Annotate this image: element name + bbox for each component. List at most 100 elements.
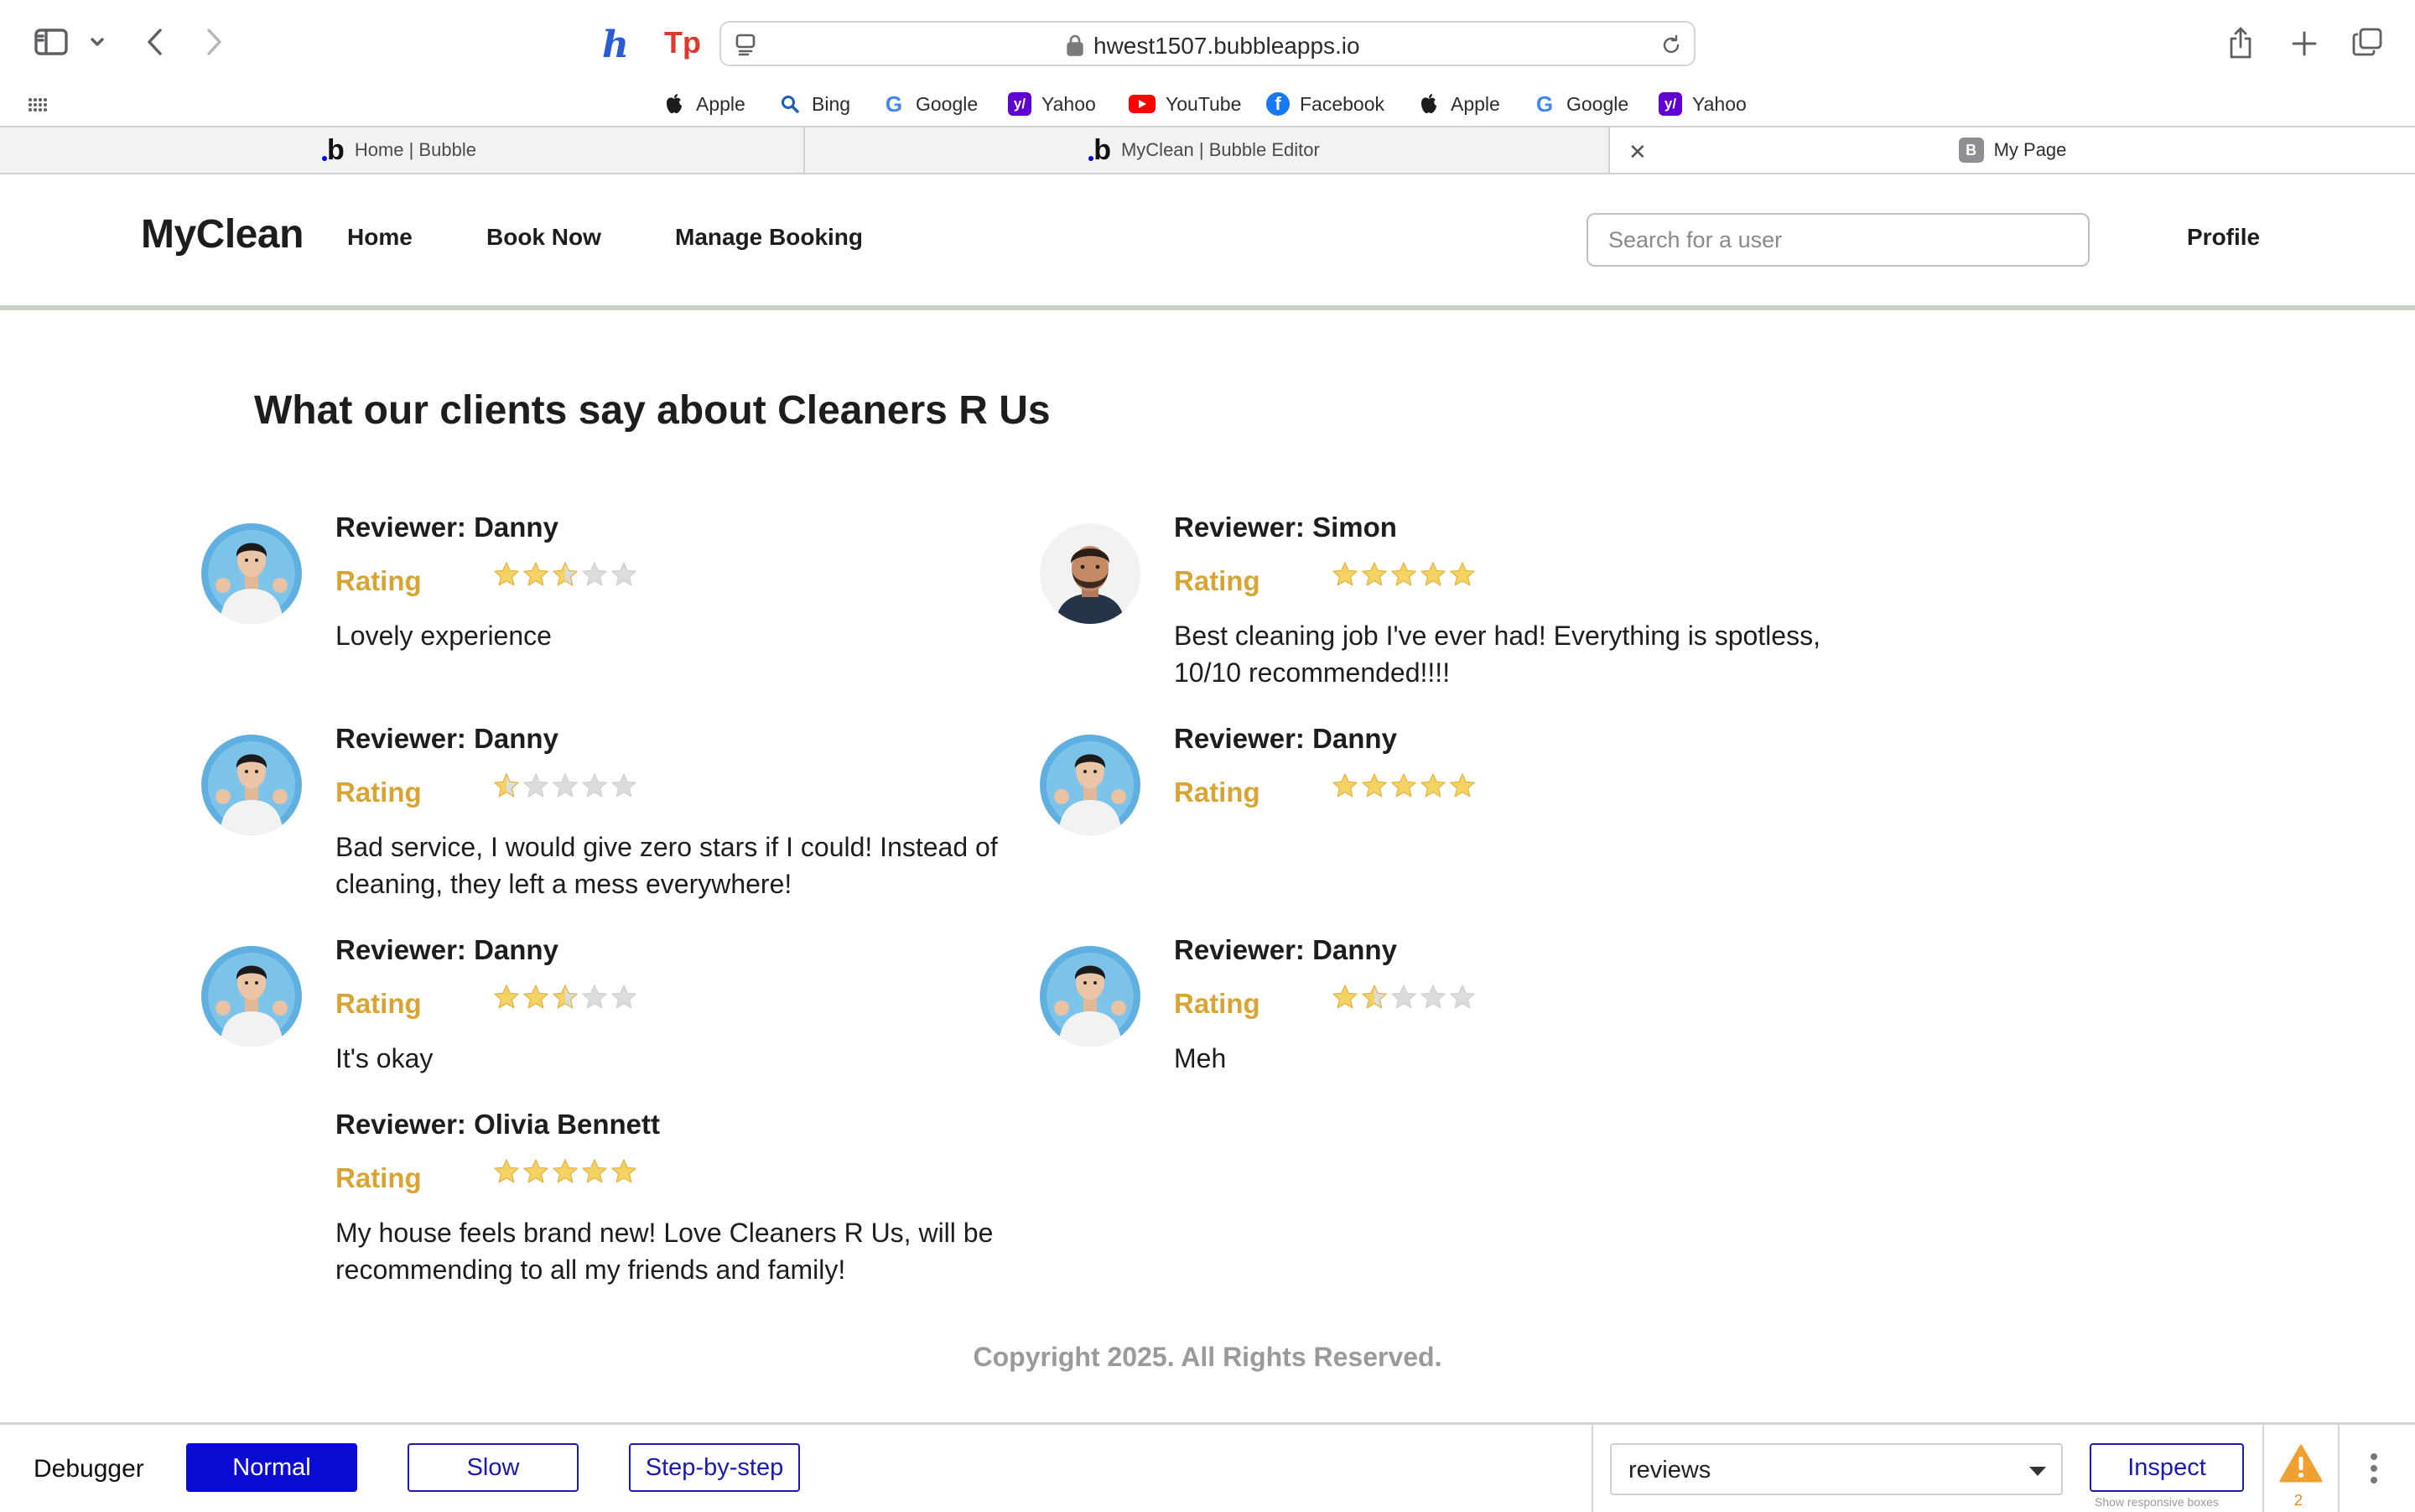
star-icon (582, 1159, 607, 1183)
nav-manage-booking[interactable]: Manage Booking (675, 224, 863, 251)
rating-stars (1332, 984, 1476, 1011)
nav-book-now[interactable]: Book Now (486, 224, 601, 251)
reviewer-name: Reviewer: Olivia Bennett (335, 1109, 660, 1140)
nav-profile[interactable]: Profile (2187, 224, 2260, 251)
review-card: Reviewer: Danny Rating Bad service, I woul… (201, 723, 998, 916)
review-card: Reviewer: Danny Rating (1040, 723, 1794, 916)
reviewer-avatar (1040, 523, 1140, 624)
b-favicon: B (1958, 138, 1984, 163)
favorite-label: Google (1566, 92, 1629, 115)
favorite-apple[interactable]: Apple (1417, 89, 1500, 119)
star-icon (494, 985, 519, 1009)
debug-mode-normal[interactable]: Normal (186, 1443, 357, 1492)
site-logo[interactable]: MyClean (141, 211, 304, 257)
new-tab-icon[interactable] (2288, 27, 2321, 60)
page-title: What our clients say about Cleaners R Us (254, 388, 1051, 433)
warning-icon[interactable] (2279, 1443, 2323, 1488)
favorite-google[interactable]: G Google (1533, 89, 1628, 119)
favorite-yahoo[interactable]: y/ Yahoo (1659, 89, 1747, 119)
element-select[interactable]: reviews (1610, 1443, 2063, 1495)
back-icon[interactable] (143, 25, 168, 59)
grid-icon[interactable] (27, 94, 49, 116)
bubble-icon: b (322, 134, 345, 166)
google-icon: G (885, 91, 903, 117)
star-icon (1332, 985, 1358, 1009)
rating-label: Rating (1174, 777, 1260, 808)
rating-label: Rating (335, 1162, 422, 1193)
user-search-input[interactable] (1587, 213, 2090, 267)
more-options-icon[interactable] (2370, 1452, 2378, 1489)
extension-h-icon[interactable]: h (602, 23, 629, 66)
favorite-label: Bing (812, 92, 851, 115)
tab-title: My Page (1993, 139, 2067, 160)
star-icon (523, 1159, 548, 1183)
star-icon (523, 773, 548, 798)
favorite-google[interactable]: G Google (882, 89, 978, 119)
star-icon (1420, 562, 1446, 586)
review-text: Bad service, I would give zero stars if … (335, 832, 998, 899)
favorite-facebook[interactable]: f Facebook (1266, 89, 1384, 119)
favorite-yahoo[interactable]: y/ Yahoo (1008, 89, 1096, 119)
google-icon: G (1535, 91, 1554, 117)
star-icon (1450, 985, 1475, 1009)
star-icon (611, 1159, 636, 1183)
debug-mode-slow[interactable]: Slow (408, 1443, 579, 1492)
address-bar[interactable]: hwest1507.bubbleapps.io (719, 21, 1696, 66)
star-icon (1332, 562, 1358, 586)
close-tab-icon[interactable]: ✕ (1628, 139, 1647, 165)
apple-icon (1417, 92, 1441, 116)
share-icon[interactable] (2225, 25, 2256, 60)
show-responsive-boxes-link[interactable]: Show responsive boxes (2095, 1495, 2219, 1509)
facebook-icon: f (1266, 92, 1290, 116)
tab-title: Home | Bubble (354, 139, 476, 160)
review-text: It's okay (335, 1043, 434, 1073)
forward-icon[interactable] (201, 25, 226, 59)
star-icon (611, 985, 636, 1009)
tab-my-page[interactable]: ✕ B My Page (1610, 127, 2415, 173)
reviewer-avatar (201, 735, 302, 835)
star-icon (611, 773, 636, 798)
tab-home-bubble[interactable]: b Home | Bubble (0, 127, 803, 173)
chevron-down-icon[interactable] (87, 32, 107, 52)
review-text: My house feels brand new! Love Cleaners … (335, 1218, 994, 1285)
youtube-icon (1129, 95, 1156, 113)
reload-icon[interactable] (1659, 33, 1684, 58)
star-icon (553, 985, 578, 1009)
review-card: Reviewer: Danny Rating Lovely experience (201, 512, 956, 704)
star-icon (1391, 985, 1416, 1009)
tab-overview-icon[interactable] (2350, 25, 2385, 59)
star-icon (1362, 773, 1387, 798)
rating-stars (493, 1158, 637, 1185)
extension-tp-icon[interactable]: Tp (664, 25, 701, 60)
review-text: Lovely experience (335, 621, 552, 651)
star-icon (1450, 562, 1475, 586)
star-icon (494, 773, 519, 798)
star-icon (582, 773, 607, 798)
inspect-button[interactable]: Inspect (2090, 1443, 2244, 1492)
star-icon (1420, 985, 1446, 1009)
tab-title: MyClean | Bubble Editor (1120, 139, 1320, 160)
yahoo-icon: y/ (1659, 92, 1682, 116)
star-icon (1391, 773, 1416, 798)
warning-count: 2 (2294, 1492, 2303, 1509)
rating-label: Rating (1174, 988, 1260, 1019)
yahoo-icon: y/ (1008, 92, 1031, 116)
element-select-value: reviews (1628, 1457, 1711, 1483)
nav-home[interactable]: Home (347, 224, 413, 251)
rating-stars (1332, 561, 1476, 588)
favorite-youtube[interactable]: YouTube (1129, 89, 1241, 119)
favorite-label: Google (916, 92, 979, 115)
rating-stars (493, 561, 637, 588)
review-card: Reviewer: Simon Rating Best cleaning job I… (1040, 512, 1820, 704)
debug-mode-step-by-step[interactable]: Step-by-step (629, 1443, 800, 1492)
tab-bubble-editor[interactable]: b MyClean | Bubble Editor (805, 127, 1608, 173)
favorite-bing[interactable]: Bing (778, 89, 850, 119)
debugger-bar: Debugger Normal Slow Step-by-step review… (0, 1422, 2415, 1512)
favorite-apple[interactable]: Apple (662, 89, 745, 119)
star-icon (1362, 562, 1387, 586)
reviewer-avatar (201, 946, 302, 1047)
page-settings-icon[interactable] (733, 32, 758, 57)
favorite-label: YouTube (1166, 92, 1242, 115)
sidebar-toggle-icon[interactable] (32, 25, 70, 59)
rating-stars (1332, 772, 1476, 799)
